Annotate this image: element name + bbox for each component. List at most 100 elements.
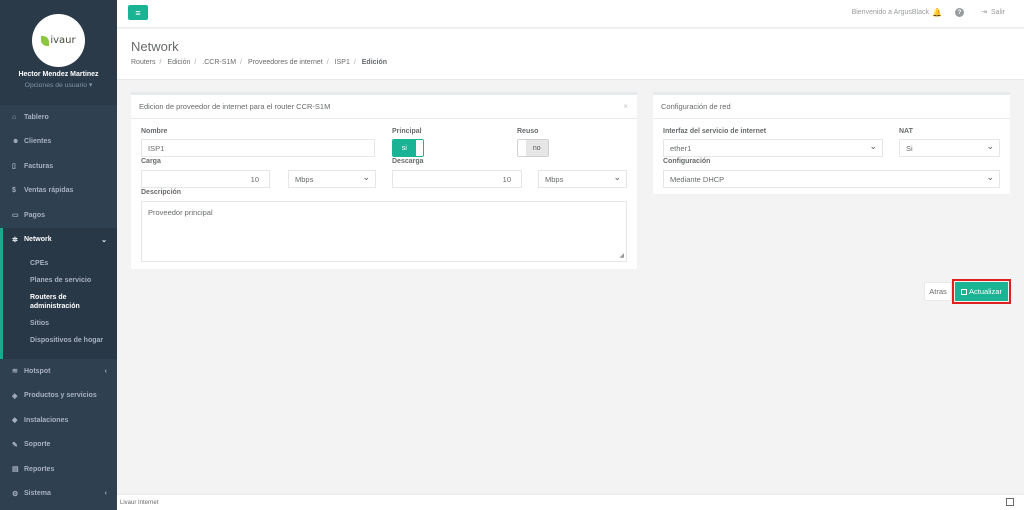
nombre-input[interactable]: ISP1 bbox=[141, 139, 375, 157]
sidebar-item-label: Ventas rápidas bbox=[24, 187, 74, 195]
close-icon[interactable]: × bbox=[623, 102, 628, 111]
descripcion-textarea[interactable]: Proveedor principal ◢ bbox=[141, 201, 627, 262]
menu-toggle-button[interactable]: ≡ bbox=[128, 5, 148, 20]
sidebar-item-label: Reportes bbox=[24, 465, 55, 473]
submenu-item-planes[interactable]: Planes de servicio bbox=[3, 276, 117, 285]
submenu-item-sitios[interactable]: Sitios bbox=[3, 319, 117, 328]
interfaz-label: Interfaz del servicio de internet bbox=[663, 128, 767, 135]
configuracion-label: Configuración bbox=[663, 158, 711, 165]
sidebar-item-tablero[interactable]: ⌂ Tablero bbox=[0, 105, 117, 130]
submenu-item-cpes[interactable]: CPEs bbox=[3, 259, 117, 268]
sidebar-item-ventas-rapidas[interactable]: $ Ventas rápidas bbox=[0, 179, 117, 204]
breadcrumb-item[interactable]: ISP1 bbox=[335, 59, 350, 66]
sidebar-item-label: Network bbox=[24, 236, 52, 244]
sidebar-item-label: Clientes bbox=[24, 138, 52, 146]
sidebar-item-label: Pagos bbox=[24, 211, 46, 219]
reuso-toggle[interactable]: no bbox=[517, 139, 549, 157]
sidebar: ivaur Hector Mendez Martinez Opciones de… bbox=[0, 0, 117, 510]
wifi-icon: ≋ bbox=[12, 368, 18, 376]
breadcrumb-item[interactable]: Edición bbox=[167, 59, 190, 66]
sidebar-item-reportes[interactable]: ▤ Reportes bbox=[0, 457, 117, 482]
submenu-item-dispositivos[interactable]: Dispositivos de hogar bbox=[3, 336, 117, 345]
users-icon: ☻ bbox=[12, 138, 20, 146]
interfaz-select[interactable]: ether1 bbox=[663, 139, 883, 157]
descripcion-text: Proveedor principal bbox=[148, 208, 213, 217]
sign-out-icon: ⇥ bbox=[981, 9, 987, 16]
dollar-icon: $ bbox=[12, 187, 16, 195]
sidebar-item-clientes[interactable]: ☻ Clientes bbox=[0, 130, 117, 155]
descarga-unit-select[interactable]: Mbps bbox=[538, 170, 627, 188]
chevron-down-icon: ⌄ bbox=[101, 236, 107, 244]
footer-text: Livaur Internet bbox=[120, 500, 159, 506]
leaf-icon bbox=[41, 35, 50, 46]
nat-select[interactable]: Si bbox=[899, 139, 1000, 157]
breadcrumb-item[interactable]: Routers bbox=[131, 59, 156, 66]
configuracion-select[interactable]: Mediante DHCP bbox=[663, 170, 1000, 188]
sidebar-item-soporte[interactable]: ✎ Soporte bbox=[0, 433, 117, 458]
sidebar-item-hotspot[interactable]: ≋ Hotspot ‹ bbox=[0, 359, 117, 384]
sidebar-item-label: Instalaciones bbox=[24, 416, 69, 424]
network-icon: ✲ bbox=[12, 236, 18, 244]
file-icon: ▯ bbox=[12, 163, 16, 171]
sidebar-item-label: Productos y servicios bbox=[24, 392, 97, 400]
descarga-input[interactable]: 10 bbox=[392, 170, 522, 188]
user-name: Hector Mendez Martinez bbox=[18, 71, 99, 78]
toggle-off-label: no bbox=[525, 140, 548, 156]
panel-title-text: Edicion de proveedor de internet para el… bbox=[139, 102, 331, 111]
sidebar-item-productos[interactable]: ◈ Productos y servicios bbox=[0, 384, 117, 409]
chevron-left-icon: ‹ bbox=[104, 367, 107, 375]
carga-unit-select[interactable]: Mbps bbox=[288, 170, 376, 188]
breadcrumb: Routers / Edición / .CCR-S1M / Proveedores … bbox=[131, 59, 388, 66]
profile-block: ivaur Hector Mendez Martinez Opciones de… bbox=[0, 0, 117, 105]
resize-handle-icon[interactable]: ◢ bbox=[619, 252, 624, 259]
nat-label: NAT bbox=[899, 128, 913, 135]
logout-link[interactable]: ⇥ Salir bbox=[981, 8, 1005, 16]
gear-icon: ⚙ bbox=[12, 490, 19, 498]
update-button[interactable]: Actualizar bbox=[955, 282, 1008, 301]
sidebar-item-sistema[interactable]: ⚙ Sistema ‹ bbox=[0, 482, 117, 507]
chevron-left-icon: ‹ bbox=[104, 490, 107, 498]
brand-logo-text: ivaur bbox=[50, 35, 76, 46]
carga-label: Carga bbox=[141, 158, 161, 165]
logout-label: Salir bbox=[990, 9, 1005, 16]
tools-icon: ◆ bbox=[12, 417, 18, 425]
brand-logo: ivaur bbox=[32, 14, 85, 67]
principal-toggle[interactable]: si bbox=[392, 139, 424, 157]
sidebar-item-label: Tablero bbox=[24, 113, 49, 121]
help-icon[interactable]: ? bbox=[955, 8, 964, 17]
update-button-label: Actualizar bbox=[969, 287, 1002, 296]
dashboard-icon: ⌂ bbox=[12, 113, 17, 121]
carga-input[interactable]: 10 bbox=[141, 170, 270, 188]
submenu-item-routers[interactable]: Routers de administración bbox=[3, 293, 83, 311]
principal-label: Principal bbox=[392, 128, 422, 135]
reuso-label: Reuso bbox=[517, 128, 539, 135]
tag-icon: ◈ bbox=[12, 392, 18, 400]
back-button[interactable]: Atras bbox=[924, 282, 952, 301]
page-title: Network bbox=[131, 39, 179, 54]
descripcion-label: Descripción bbox=[141, 189, 182, 196]
sidebar-item-label: Hotspot bbox=[24, 367, 51, 375]
sidebar-item-label: Soporte bbox=[24, 441, 51, 449]
sidebar-item-network[interactable]: ✲ Network ⌄ bbox=[0, 227, 117, 252]
user-options-dropdown[interactable]: Opciones de usuario ▾ bbox=[0, 81, 117, 89]
bell-icon[interactable]: 🔔 bbox=[932, 8, 942, 17]
nombre-label: Nombre bbox=[141, 128, 168, 135]
book-icon: ▤ bbox=[12, 466, 19, 474]
breadcrumb-item[interactable]: .CCR-S1M bbox=[202, 59, 236, 66]
sidebar-item-label: Facturas bbox=[24, 162, 54, 170]
money-icon: ▭ bbox=[12, 212, 19, 220]
descarga-label: Descarga bbox=[392, 158, 424, 165]
sidebar-item-pagos[interactable]: ▭ Pagos bbox=[0, 203, 117, 228]
footer-panel-icon[interactable] bbox=[1006, 498, 1014, 506]
breadcrumb-item[interactable]: Proveedores de internet bbox=[248, 59, 323, 66]
sidebar-item-label: Sistema bbox=[24, 490, 51, 498]
panel-title: Configuración de red bbox=[653, 95, 1010, 119]
save-icon bbox=[961, 288, 968, 295]
network-submenu: CPEs Planes de servicio Routers de admin… bbox=[0, 252, 117, 359]
sidebar-item-facturas[interactable]: ▯ Facturas bbox=[0, 154, 117, 179]
network-config-panel: Configuración de red Interfaz del servic… bbox=[653, 92, 1010, 194]
sidebar-item-instalaciones[interactable]: ◆ Instalaciones bbox=[0, 408, 117, 433]
footer: Livaur Internet bbox=[117, 494, 1024, 510]
toggle-on-label: si bbox=[393, 140, 416, 156]
save-button-highlight: Actualizar bbox=[952, 279, 1011, 304]
